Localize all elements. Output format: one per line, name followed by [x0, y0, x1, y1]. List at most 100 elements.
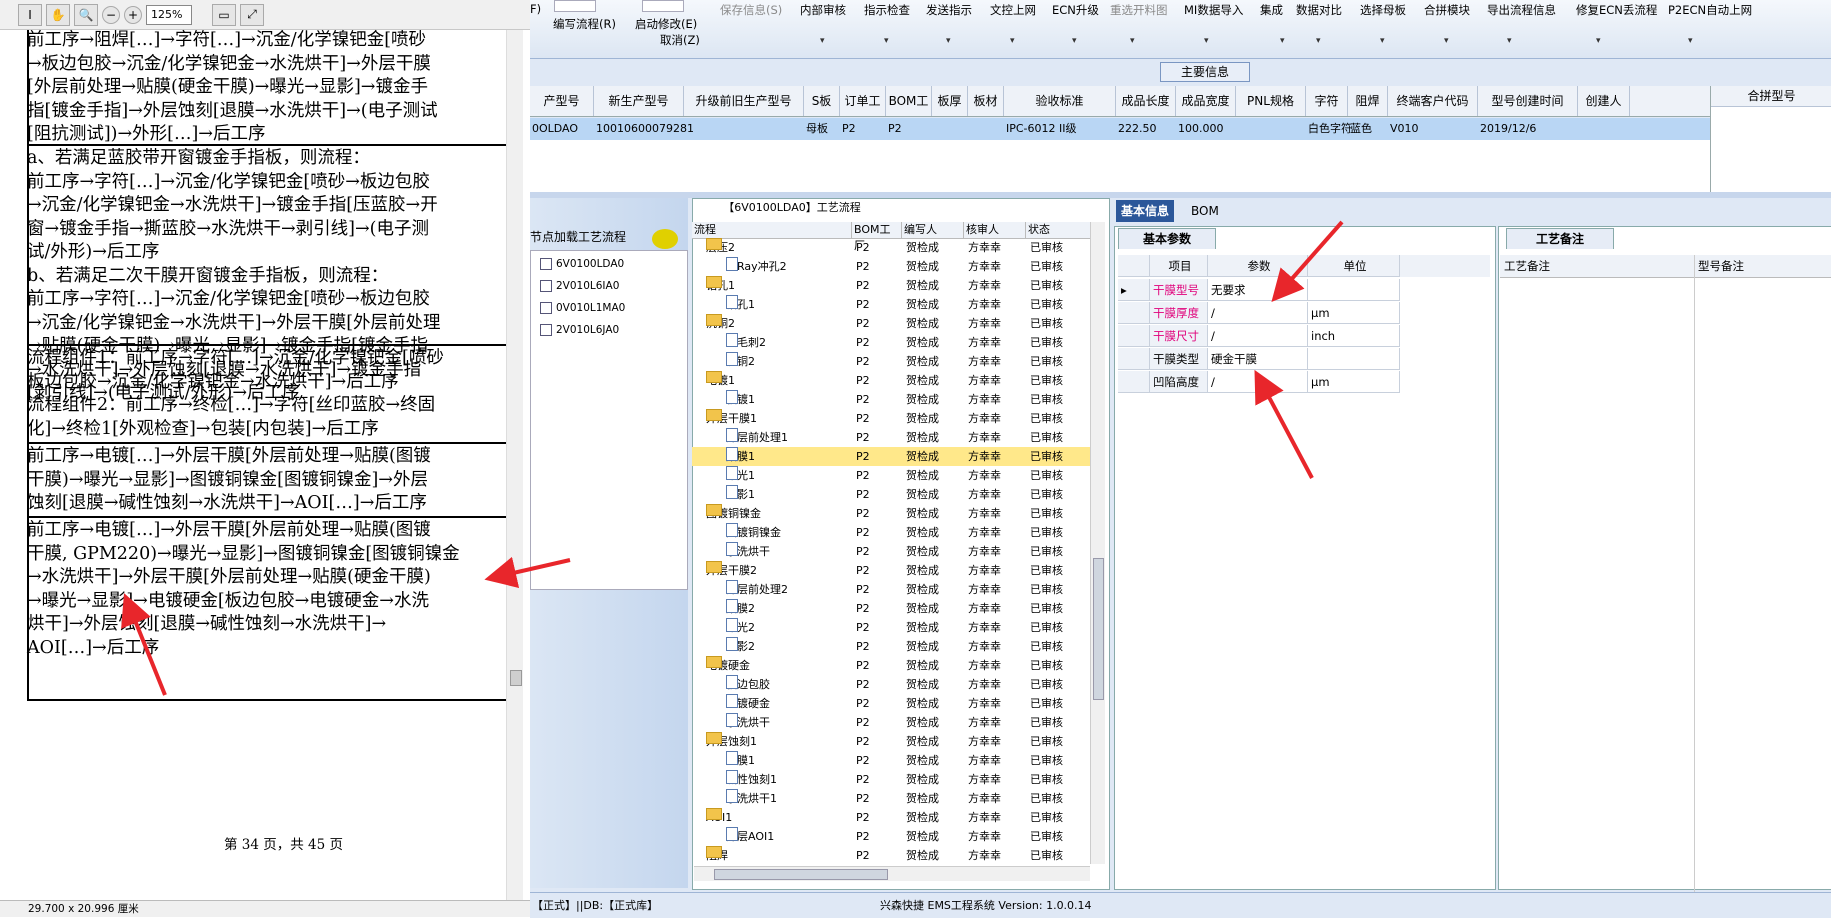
zoom-tool-icon[interactable]: 🔍	[74, 3, 98, 26]
tree-node[interactable]: ⊟图镀铜镍金	[706, 504, 761, 523]
tree-row[interactable]: 水洗烘干 P2 贺检成 方幸幸 已审核	[692, 713, 1100, 732]
ribbon-button[interactable]: 修复ECN丢流程	[1576, 2, 1657, 18]
ribbon-button[interactable]: 重选开料图	[1110, 2, 1168, 18]
param-row[interactable]: 干膜类型 硬金干膜	[1118, 348, 1490, 370]
tree-node[interactable]: 电镀硬金	[726, 694, 770, 713]
tree-row[interactable]: ⊟外层干膜1 P2 贺检成 方幸幸 已审核	[692, 409, 1100, 428]
ribbon-button[interactable]: ECN升级	[1052, 2, 1099, 18]
tree-node[interactable]: 贴膜1	[726, 447, 755, 466]
remark-tab[interactable]: 工艺备注	[1506, 228, 1614, 249]
param-cell-unit[interactable]: inch	[1308, 325, 1400, 347]
param-cell-unit[interactable]: μm	[1308, 371, 1400, 393]
tab-basic-info[interactable]: 基本信息	[1116, 200, 1175, 222]
grid-column-header[interactable]: S板	[804, 86, 840, 116]
grid-column-header[interactable]: 订单工厂	[840, 86, 886, 138]
tree-row[interactable]: ⊟图镀铜镍金 P2 贺检成 方幸幸 已审核	[692, 504, 1100, 523]
tree-row[interactable]: ⊟钻孔1 P2 贺检成 方幸幸 已审核	[692, 276, 1100, 295]
tree-node[interactable]: ⊟电镀1	[706, 371, 735, 390]
ribbon-button[interactable]: 集成	[1260, 2, 1283, 18]
node-list-item[interactable]: 0V010L1MA0	[540, 302, 625, 314]
tree-row[interactable]: ⊟沉铜2 P2 贺检成 方幸幸 已审核	[692, 314, 1100, 333]
tree-row[interactable]: X-Ray冲孔2 P2 贺检成 方幸幸 已审核	[692, 257, 1100, 276]
param-cell-value[interactable]: /	[1208, 325, 1308, 347]
grid-column-header[interactable]: 产型号	[530, 86, 594, 116]
zoom-in-icon[interactable]: +	[124, 5, 142, 24]
grid-column-header[interactable]: 创建人	[1578, 86, 1630, 116]
node-list-item[interactable]: 6V0100LDA0	[540, 258, 624, 270]
param-row[interactable]: ▸ 干膜型号 无要求	[1118, 279, 1490, 301]
param-row[interactable]: 凹陷高度 / μm	[1118, 371, 1490, 393]
tree-row[interactable]: 电镀硬金 P2 贺检成 方幸幸 已审核	[692, 694, 1100, 713]
ribbon-button[interactable]: 发送指示	[926, 2, 972, 18]
grid-column-header[interactable]: 阻焊	[1348, 86, 1388, 116]
ribbon-button[interactable]: MI数据导入	[1184, 2, 1243, 18]
tree-node[interactable]: ⊟AOI1	[706, 808, 732, 827]
save-icon[interactable]: ▭	[212, 3, 236, 26]
process-tree-tab[interactable]: 【6V0100LDA0】工艺流程	[718, 199, 866, 217]
tree-node[interactable]: 曝光1	[726, 466, 755, 485]
tree-node[interactable]: 水洗烘干	[726, 713, 770, 732]
tree-node[interactable]: 外层前处理2	[726, 580, 788, 599]
scroll-thumb[interactable]	[510, 670, 522, 686]
tree-node[interactable]: 钻孔1	[726, 295, 755, 314]
ribbon-button[interactable]: 内部审核	[800, 2, 846, 18]
tree-node[interactable]: 贴膜2	[726, 599, 755, 618]
param-cell-unit[interactable]	[1308, 348, 1400, 370]
param-row[interactable]: 干膜厚度 / μm	[1118, 302, 1490, 324]
tree-node[interactable]: 板镀1	[726, 390, 755, 409]
ribbon-button[interactable]: 启动修改(E)	[635, 16, 697, 32]
tree-node[interactable]: ⊟层压2	[706, 238, 735, 257]
grid-column-header[interactable]: PNL规格	[1236, 86, 1306, 116]
tree-column-header[interactable]: 流程	[692, 222, 852, 238]
tree-row[interactable]: 显影1 P2 贺检成 方幸幸 已审核	[692, 485, 1100, 504]
grid-column-header[interactable]: BOM工厂	[886, 86, 932, 138]
grid-column-header[interactable]: 成品长度	[1116, 86, 1176, 116]
tree-node[interactable]: 外层AOI1	[726, 827, 774, 846]
tree-row[interactable]: ⊟电镀硬金 P2 贺检成 方幸幸 已审核	[692, 656, 1100, 675]
tree-node[interactable]: ⊟钻孔1	[706, 276, 735, 295]
checkbox[interactable]	[540, 324, 552, 336]
tree-node[interactable]: 图镀铜镍金	[726, 523, 781, 542]
tree-row[interactable]: 外层前处理2 P2 贺检成 方幸幸 已审核	[692, 580, 1100, 599]
param-tab[interactable]: 基本参数	[1118, 228, 1216, 249]
grid-column-header[interactable]: 升级前旧生产型号	[684, 86, 804, 116]
ribbon-input[interactable]	[554, 0, 596, 12]
node-list-item[interactable]: 2V010L6IA0	[540, 280, 619, 292]
tree-row[interactable]: ⊟阻焊 P2 贺检成 方幸幸 已审核	[692, 846, 1100, 865]
grid-column-header[interactable]: 板材	[968, 86, 1004, 116]
tree-node[interactable]: 显影1	[726, 485, 755, 504]
tree-row[interactable]: 贴膜1 P2 贺检成 方幸幸 已审核	[692, 447, 1100, 466]
ribbon-button[interactable]: 合拼模块	[1424, 2, 1470, 18]
param-cell-unit[interactable]: μm	[1308, 302, 1400, 324]
fit-page-icon[interactable]: ⤢	[240, 3, 264, 26]
tree-column-header[interactable]: 状态	[1026, 222, 1092, 238]
tree-row[interactable]: ⊟AOI1 P2 贺检成 方幸幸 已审核	[692, 808, 1100, 827]
param-column-header[interactable]: 单位	[1308, 255, 1400, 277]
tree-row[interactable]: ⊟外层干膜2 P2 贺检成 方幸幸 已审核	[692, 561, 1100, 580]
tree-row[interactable]: 曝光1 P2 贺检成 方幸幸 已审核	[692, 466, 1100, 485]
tree-column-header[interactable]: 编写人	[902, 222, 964, 238]
grid-column-header[interactable]: 板厚	[932, 86, 968, 116]
tab-bom[interactable]: BOM	[1186, 200, 1224, 222]
hand-tool-icon[interactable]: ✋	[46, 3, 70, 26]
ribbon-button[interactable]: 选择母板	[1360, 2, 1406, 18]
zoom-out-icon[interactable]: −	[102, 5, 120, 24]
ribbon-button[interactable]: 数据对比	[1296, 2, 1342, 18]
grid-column-header[interactable]: 验收标准	[1004, 86, 1116, 116]
ribbon-button[interactable]: 导出流程信息	[1487, 2, 1556, 18]
text-select-tool-icon[interactable]: I	[18, 3, 42, 26]
main-grid-row[interactable]: 0OLDAO 10010600079281 母板 P2 P2 IPC-6012 II级 22…	[530, 118, 1710, 141]
tree-node[interactable]: 碱性蚀刻1	[726, 770, 777, 789]
grid-column-header[interactable]: 成品宽度	[1176, 86, 1236, 116]
tree-row[interactable]: 退膜1 P2 贺检成 方幸幸 已审核	[692, 751, 1100, 770]
tree-column-header[interactable]: BOM工厂	[852, 222, 902, 252]
param-cell-value[interactable]: 无要求	[1208, 279, 1308, 301]
tree-row[interactable]: ⊟外层蚀刻1 P2 贺检成 方幸幸 已审核	[692, 732, 1100, 751]
scroll-thumb[interactable]	[714, 869, 888, 880]
tree-node[interactable]: ⊟外层干膜2	[706, 561, 757, 580]
param-row[interactable]: 干膜尺寸 / inch	[1118, 325, 1490, 347]
tree-node[interactable]: ⊟沉铜2	[706, 314, 735, 333]
tree-column-header[interactable]: 核审人	[964, 222, 1026, 238]
chat-bubble-icon[interactable]	[652, 229, 678, 249]
param-cell-unit[interactable]	[1308, 279, 1400, 301]
